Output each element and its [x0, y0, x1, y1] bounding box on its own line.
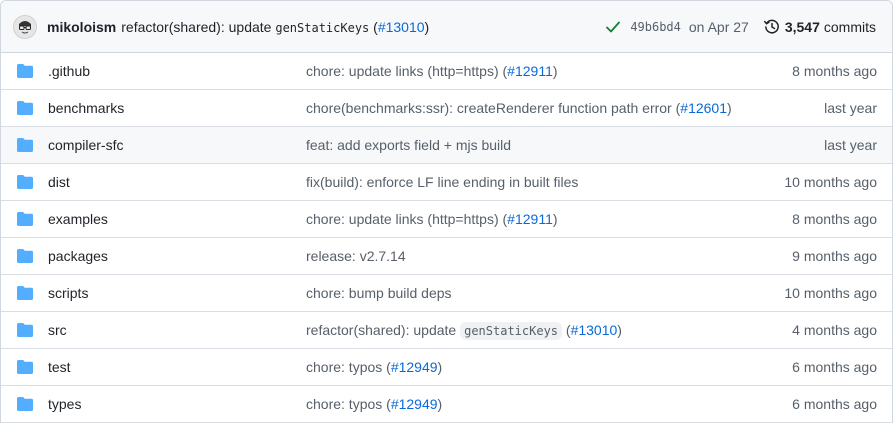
file-commit-message: refactor(shared): update genStaticKeys (…	[306, 322, 622, 340]
file-commit-close: )	[552, 211, 558, 227]
file-row[interactable]: dist fix(build): enforce LF line ending i…	[1, 164, 892, 201]
file-name-link[interactable]: types	[48, 396, 81, 412]
file-commit-code[interactable]: genStaticKeys	[460, 322, 563, 340]
file-commit-age: 4 months ago	[792, 322, 877, 338]
file-commit-text[interactable]: chore: typos (	[306, 396, 391, 412]
file-name-link[interactable]: compiler-sfc	[48, 137, 123, 153]
file-name-link[interactable]: packages	[48, 248, 108, 264]
file-browser: mikoloism refactor(shared): update genSt…	[0, 0, 893, 423]
file-commit-age: 8 months ago	[792, 211, 877, 227]
file-commit-close: )	[437, 359, 443, 375]
file-commit-age: 8 months ago	[792, 63, 877, 79]
file-row[interactable]: src refactor(shared): update genStaticKey…	[1, 312, 892, 349]
file-name-link[interactable]: examples	[48, 211, 108, 227]
commit-author[interactable]: mikoloism	[47, 19, 116, 35]
file-name-link[interactable]: src	[48, 322, 67, 338]
file-commit-text[interactable]: feat: add exports field + mjs build	[306, 137, 511, 153]
file-list: .github chore: update links (http=https) …	[1, 53, 892, 423]
file-commit-age: last year	[824, 100, 877, 116]
folder-icon	[17, 360, 33, 374]
file-commit-pr-link[interactable]: #12949	[391, 359, 438, 375]
file-commit-pr-link[interactable]: #12911	[507, 211, 553, 227]
commit-sha[interactable]: 49b6bd4	[630, 20, 681, 34]
file-commit-pr-link[interactable]: #12911	[507, 63, 553, 79]
file-commit-age: 6 months ago	[792, 359, 877, 375]
commit-message-code[interactable]: genStaticKeys	[275, 21, 369, 35]
file-commit-text[interactable]: refactor(shared): update	[306, 322, 460, 338]
folder-icon	[17, 138, 33, 152]
file-name-link[interactable]: .github	[48, 63, 90, 79]
file-commit-text[interactable]: release: v2.7.14	[306, 248, 406, 264]
commit-message-prefix[interactable]: refactor(shared): update	[121, 19, 271, 35]
file-commit-message: chore: typos (#12949)	[306, 359, 442, 375]
file-commit-text[interactable]: chore: update links (http=https) (	[306, 211, 507, 227]
commit-date: on Apr 27	[688, 18, 749, 35]
file-commit-age: 6 months ago	[792, 396, 877, 412]
folder-icon	[17, 175, 33, 189]
file-row[interactable]: .github chore: update links (http=https) …	[1, 53, 892, 90]
file-commit-message: chore: update links (http=https) (#12911…	[306, 211, 558, 227]
file-commit-close: )	[552, 63, 558, 79]
file-commit-pr-link[interactable]: #13010	[571, 322, 618, 338]
avatar[interactable]	[13, 14, 37, 39]
latest-commit-bar: mikoloism refactor(shared): update genSt…	[1, 1, 892, 53]
file-commit-age: last year	[824, 137, 877, 153]
file-name-link[interactable]: test	[48, 359, 71, 375]
file-name-link[interactable]: benchmarks	[48, 100, 124, 116]
commits-label[interactable]: commits	[824, 19, 876, 35]
file-row[interactable]: compiler-sfc feat: add exports field + mj…	[1, 127, 892, 164]
file-row[interactable]: scripts chore: bump build deps 10 months a…	[1, 275, 892, 312]
file-row[interactable]: benchmarks chore(benchmarks:ssr): createR…	[1, 90, 892, 127]
commit-pr-link[interactable]: #13010	[378, 19, 425, 35]
folder-icon	[17, 101, 33, 115]
file-row[interactable]: examples chore: update links (http=https)…	[1, 201, 892, 238]
file-commit-close: )	[727, 100, 732, 116]
file-commit-text[interactable]: chore: typos (	[306, 359, 391, 375]
file-row[interactable]: test chore: typos (#12949) 6 months ago	[1, 349, 892, 386]
commit-message[interactable]: refactor(shared): update genStaticKeys (…	[121, 19, 429, 35]
commit-message-close: )	[424, 18, 430, 35]
file-commit-text[interactable]: chore(benchmarks:ssr): createRenderer fu…	[306, 100, 680, 116]
file-commit-message: chore: typos (#12949)	[306, 396, 442, 412]
file-commit-close: )	[617, 322, 622, 338]
file-commit-message: chore: update links (http=https) (#12911…	[306, 63, 558, 79]
file-commit-age: 10 months ago	[784, 285, 877, 301]
folder-icon	[17, 249, 33, 263]
history-icon[interactable]	[763, 19, 780, 35]
file-commit-message: chore: bump build deps	[306, 285, 452, 301]
file-commit-text[interactable]: fix(build): enforce LF line ending in bu…	[306, 174, 578, 190]
file-commit-pr-link[interactable]: #12949	[391, 396, 438, 412]
file-row[interactable]: packages release: v2.7.14 9 months ago	[1, 238, 892, 275]
file-name-link[interactable]: scripts	[48, 285, 88, 301]
file-commit-pr-link[interactable]: #12601	[680, 100, 727, 116]
file-name-link[interactable]: dist	[48, 174, 70, 190]
check-icon[interactable]	[606, 21, 621, 33]
file-commit-text[interactable]: chore: bump build deps	[306, 285, 452, 301]
folder-icon	[17, 397, 33, 411]
file-commit-message: feat: add exports field + mjs build	[306, 137, 511, 153]
folder-icon	[17, 286, 33, 300]
file-row[interactable]: types chore: typos (#12949) 6 months ago	[1, 386, 892, 423]
file-commit-close: )	[437, 396, 443, 412]
file-commit-age: 9 months ago	[792, 248, 877, 264]
folder-icon	[17, 64, 33, 78]
folder-icon	[17, 212, 33, 226]
file-commit-message: release: v2.7.14	[306, 248, 406, 264]
file-commit-age: 10 months ago	[784, 174, 877, 190]
file-commit-message: fix(build): enforce LF line ending in bu…	[306, 174, 578, 190]
folder-icon	[17, 323, 33, 337]
file-commit-message: chore(benchmarks:ssr): createRenderer fu…	[306, 100, 732, 116]
commits-count[interactable]: 3,547	[785, 19, 820, 35]
file-commit-text[interactable]: chore: update links (http=https) (	[306, 63, 507, 79]
